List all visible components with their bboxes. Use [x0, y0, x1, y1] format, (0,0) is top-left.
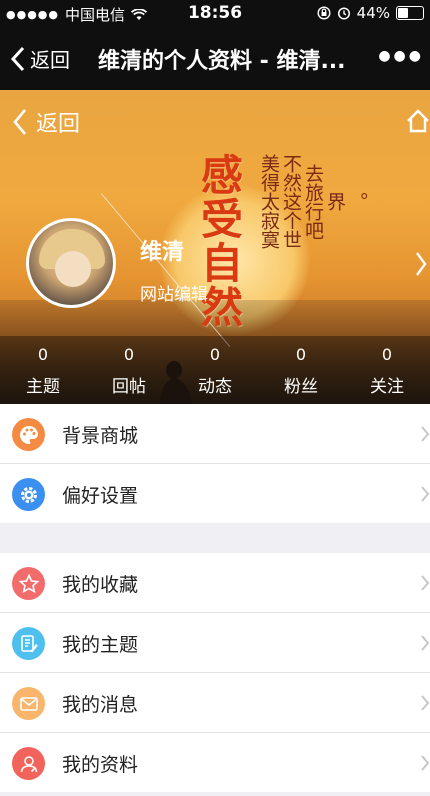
stat-value: 0 [295, 345, 307, 364]
profile-back-button[interactable]: 返回 [12, 106, 80, 138]
menu-item-background-store[interactable]: 背景商城 [0, 404, 430, 464]
profile-header: 感受自然 美得太寂寞 不然这个世 去旅行吧界。 返回 维清 网站编辑 0 主题 0 … [0, 90, 430, 404]
menu-item-label: 背景商城 [62, 425, 139, 447]
nav-bar: 返回 维清的个人资料 - 维清... ●●● [0, 26, 430, 90]
menu-item-label: 我的收藏 [62, 574, 139, 596]
nav-back-label: 返回 [30, 48, 70, 72]
menu-item-label: 我的主题 [62, 634, 139, 656]
nav-back-button[interactable]: 返回 [10, 44, 70, 73]
banner-poem-line: 去旅行吧 [302, 163, 324, 240]
chevron-right-icon [421, 426, 430, 442]
banner-title-char: 受 [200, 195, 243, 244]
banner-poem-line: 。 [346, 192, 368, 211]
menu-item-my-profile[interactable]: 我的资料 [0, 733, 430, 792]
more-icon[interactable]: ●●● [378, 48, 424, 64]
banner-title-char: 感 [200, 151, 243, 200]
banner-poem-line: 美得太寂寞 [258, 154, 280, 249]
menu-item-my-messages[interactable]: 我的消息 [0, 673, 430, 733]
chevron-right-icon[interactable] [414, 250, 428, 278]
page-title: 维清的个人资料 - 维清... [98, 49, 346, 74]
stats-bar: 0 主题 0 回帖 0 动态 0 粉丝 0 关注 [0, 336, 430, 404]
stat-value: 0 [209, 345, 221, 364]
stat-activity[interactable]: 0 动态 [172, 336, 258, 404]
stat-value: 0 [37, 345, 49, 364]
stat-replies[interactable]: 0 回帖 [86, 336, 172, 404]
stat-following[interactable]: 0 关注 [344, 336, 430, 404]
menu-group-mine: 我的收藏 我的主题 我的消息 我的资料 [0, 553, 430, 792]
battery-icon [396, 6, 424, 20]
menu-group-settings: 背景商城 偏好设置 [0, 404, 430, 523]
profile-role: 网站编辑 [140, 285, 208, 305]
menu-item-label: 偏好设置 [62, 485, 139, 507]
profile-back-label: 返回 [36, 112, 81, 137]
chevron-right-icon [421, 755, 430, 771]
battery-percent: 44% [356, 4, 390, 22]
banner-poem: 美得太寂寞 不然这个世 去旅行吧界。 [258, 154, 368, 249]
stat-label: 回帖 [112, 377, 146, 397]
edit-doc-icon [12, 627, 45, 660]
alarm-icon [337, 7, 350, 20]
banner-poem-line: 不然这个世 [280, 154, 302, 249]
chevron-right-icon [421, 575, 430, 591]
banner-poem-line: 界 [324, 192, 346, 211]
user-icon [12, 747, 45, 780]
menu-item-favorites[interactable]: 我的收藏 [0, 553, 430, 613]
menu-item-label: 我的资料 [62, 754, 139, 776]
chevron-right-icon [421, 486, 430, 502]
chevron-left-icon [10, 46, 25, 71]
palette-icon [12, 418, 45, 451]
chevron-right-icon [421, 635, 430, 651]
stat-label: 主题 [26, 377, 60, 397]
menu-item-label: 我的消息 [62, 694, 139, 716]
stat-topics[interactable]: 0 主题 [0, 336, 86, 404]
envelope-icon [12, 687, 45, 720]
rotation-lock-icon [317, 6, 331, 20]
gear-icon [12, 478, 45, 511]
stat-label: 粉丝 [284, 377, 318, 397]
stat-value: 0 [381, 345, 393, 364]
chevron-left-icon [13, 109, 26, 135]
chevron-right-icon [421, 695, 430, 711]
menu-item-my-topics[interactable]: 我的主题 [0, 613, 430, 673]
star-icon [12, 567, 45, 600]
menu-item-preferences[interactable]: 偏好设置 [0, 464, 430, 523]
stat-fans[interactable]: 0 粉丝 [258, 336, 344, 404]
avatar[interactable] [26, 218, 116, 308]
stat-value: 0 [123, 345, 135, 364]
profile-name: 维清 [140, 240, 185, 265]
status-bar: ●●●●● 中国电信 18:56 44% [0, 0, 430, 26]
home-icon[interactable] [405, 108, 430, 134]
stat-label: 关注 [370, 377, 404, 397]
stat-label: 动态 [198, 377, 232, 397]
